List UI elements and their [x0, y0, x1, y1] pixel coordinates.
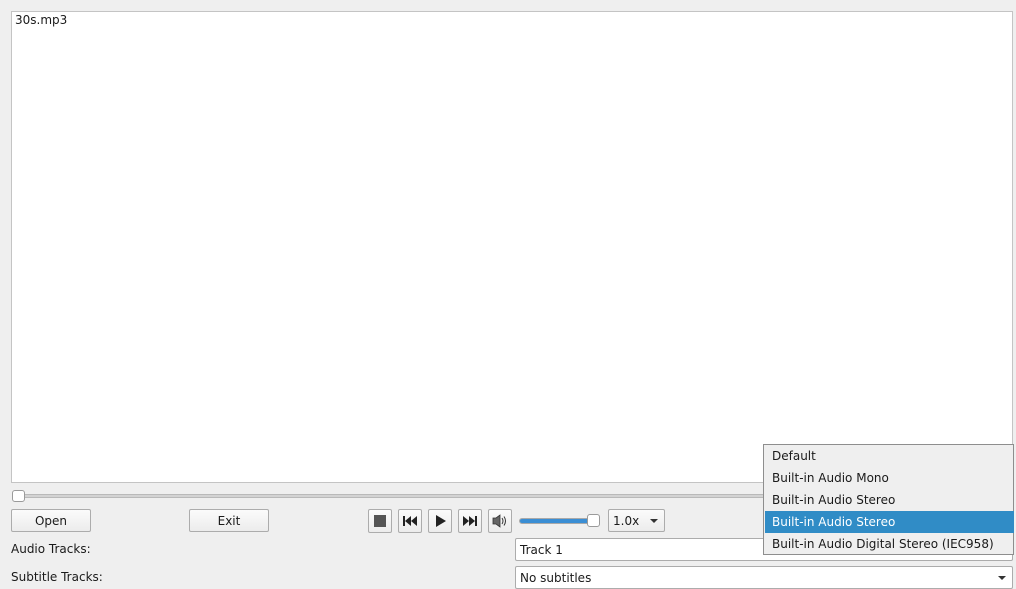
speaker-icon: [492, 514, 506, 528]
stop-button[interactable]: [368, 509, 392, 533]
playback-speed-select[interactable]: 1.0x: [608, 509, 665, 532]
subtitle-tracks-label: Subtitle Tracks:: [11, 570, 103, 584]
audio-device-option[interactable]: Built-in Audio Mono: [765, 467, 1014, 489]
next-button[interactable]: [458, 509, 482, 533]
subtitle-tracks-select[interactable]: No subtitles: [515, 566, 1013, 589]
skip-forward-icon: [463, 516, 477, 526]
audio-device-option[interactable]: Default: [765, 445, 1014, 467]
seek-slider-handle[interactable]: [12, 490, 25, 502]
video-display-area[interactable]: 30s.mp3: [11, 11, 1013, 483]
chevron-down-icon: [650, 519, 658, 523]
subtitle-tracks-value: No subtitles: [520, 570, 592, 585]
skip-back-icon: [403, 516, 417, 526]
audio-device-option-selected[interactable]: Built-in Audio Stereo: [765, 511, 1014, 533]
volume-slider-fill: [520, 519, 593, 523]
exit-button[interactable]: Exit: [189, 509, 269, 532]
chevron-down-icon: [998, 576, 1006, 580]
audio-tracks-value: Track 1: [520, 542, 563, 557]
audio-device-popup: Default Built-in Audio Mono Built-in Aud…: [763, 444, 1014, 555]
play-button[interactable]: [428, 509, 452, 533]
open-button[interactable]: Open: [11, 509, 91, 532]
play-icon: [436, 515, 446, 527]
audio-tracks-label: Audio Tracks:: [11, 542, 91, 556]
stop-icon: [374, 515, 386, 527]
mute-button[interactable]: [488, 509, 512, 533]
audio-device-option[interactable]: Built-in Audio Digital Stereo (IEC958): [765, 533, 1014, 555]
file-title: 30s.mp3: [15, 13, 68, 27]
audio-device-option[interactable]: Built-in Audio Stereo: [765, 489, 1014, 511]
playback-speed-value: 1.0x: [613, 513, 640, 528]
previous-button[interactable]: [398, 509, 422, 533]
volume-slider-handle[interactable]: [587, 514, 600, 527]
